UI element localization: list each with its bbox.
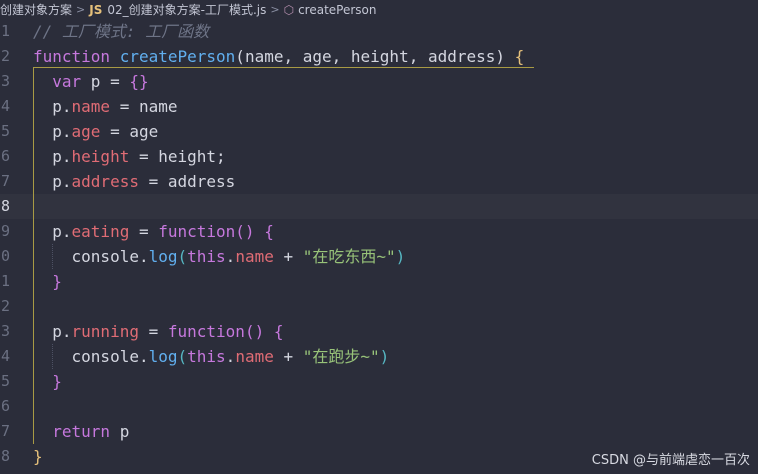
- line-number: 4: [0, 97, 10, 115]
- code-token: ): [495, 47, 515, 66]
- watermark: CSDN @与前端虐恋一百次: [591, 453, 750, 468]
- chevron-right-icon: >: [270, 3, 280, 16]
- js-file-icon: JS: [89, 2, 103, 17]
- code-token: }: [33, 447, 43, 466]
- code-token: // 工厂模式: 工厂函数: [33, 22, 210, 41]
- code-line[interactable]: 1 // 工厂模式: 工厂函数: [0, 19, 758, 44]
- code-editor[interactable]: 1 // 工厂模式: 工厂函数 2 function createPerson(nam…: [0, 19, 758, 474]
- line-number: 3: [0, 322, 10, 340]
- line-number: 9: [0, 222, 10, 240]
- code-token: name, age, height, address: [244, 47, 496, 66]
- line-number: 8: [0, 197, 10, 215]
- line-number: 6: [0, 147, 10, 165]
- line-number: 1: [0, 22, 10, 40]
- code-token: function: [33, 47, 120, 66]
- line-number: 8: [0, 447, 10, 465]
- breadcrumb-symbol[interactable]: createPerson: [298, 3, 376, 17]
- line-number: 5: [0, 372, 10, 390]
- line-number: 2: [0, 47, 10, 65]
- breadcrumb-folder[interactable]: 创建对象方案: [0, 1, 72, 18]
- code-line[interactable]: 2 function createPerson(name, age, height…: [0, 44, 758, 69]
- code-text: }: [33, 444, 43, 469]
- line-number: 2: [0, 297, 10, 315]
- code-text: // 工厂模式: 工厂函数: [33, 19, 209, 44]
- line-number: 7: [0, 422, 10, 440]
- code-token: createPerson: [119, 47, 236, 66]
- line-number: 7: [0, 172, 10, 190]
- code-token: {: [514, 47, 525, 66]
- method-cube-icon: ⬡: [283, 2, 295, 17]
- line-number: 0: [0, 247, 10, 265]
- line-number: 3: [0, 72, 10, 90]
- line-number: 4: [0, 347, 10, 365]
- chevron-right-icon: >: [76, 3, 86, 16]
- line-number: 6: [0, 397, 10, 415]
- line-number: 5: [0, 122, 10, 140]
- bracket-scope-highlight: [33, 67, 534, 444]
- breadcrumb-file[interactable]: 02_创建对象方案-工厂模式.js: [107, 1, 266, 18]
- code-token: (: [235, 47, 245, 66]
- line-number: 1: [0, 272, 10, 290]
- breadcrumb: 创建对象方案 > JS 02_创建对象方案-工厂模式.js > ⬡ create…: [0, 0, 758, 19]
- code-text: function createPerson(name, age, height,…: [33, 44, 524, 69]
